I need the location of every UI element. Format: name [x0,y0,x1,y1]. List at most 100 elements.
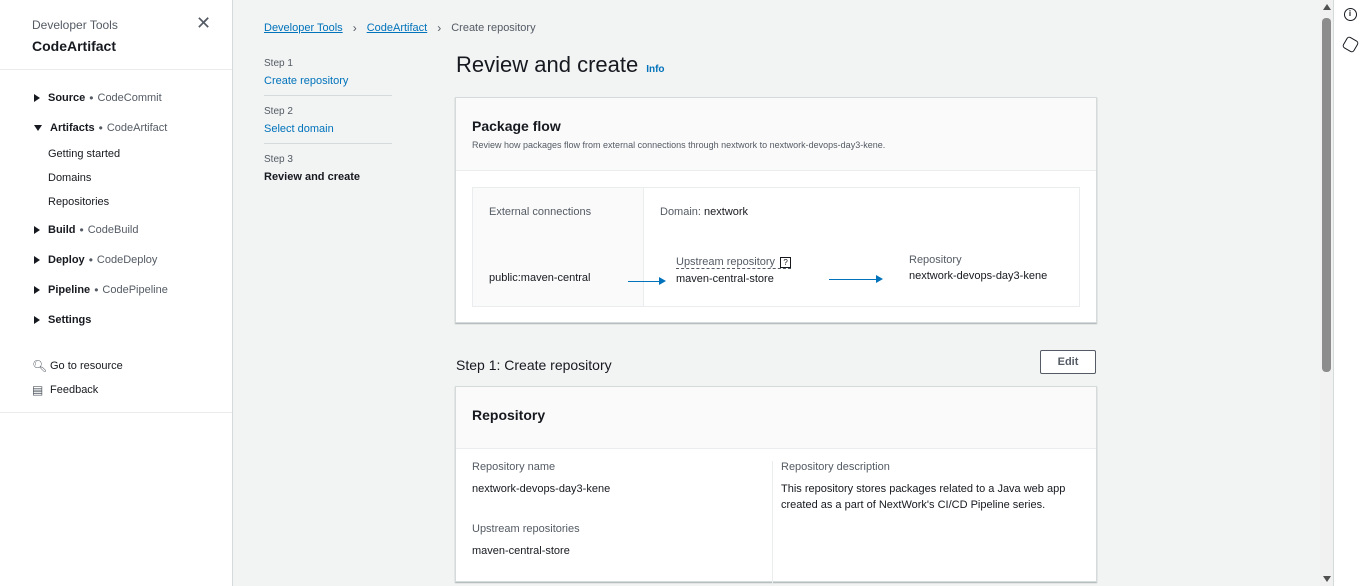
nav-group-sub: CodeBuild [87,224,139,236]
nav-group-sub: CodePipeline [102,284,168,296]
info-icon[interactable]: i [1343,8,1357,21]
field-label: Upstream repositories [472,523,580,535]
nav-group-sub: CodeDeploy [96,254,158,266]
repository-card-header: Repository [456,387,1096,449]
step-link-select-domain[interactable]: Select domain [264,123,392,135]
side-nav-title[interactable]: CodeArtifact [32,38,200,54]
wizard-step-2: Step 2 Select domain [264,106,392,144]
package-flow-header: Package flow Review how packages flow fr… [456,98,1096,171]
domain-panel: Domain: nextwork Upstream repository ? m… [644,188,1079,306]
package-flow-diagram: External connections public:maven-centra… [472,187,1080,307]
feedback-link[interactable]: ▤ Feedback [32,378,232,402]
info-link[interactable]: Info [646,64,664,75]
external-connections-panel: External connections public:maven-centra… [473,188,644,306]
field-value: This repository stores packages related … [781,483,1066,511]
field-value: nextwork-devops-day3-kene [472,483,611,495]
feedback-icon: ▤ [32,383,44,397]
nav-group-build[interactable]: Build • CodeBuild [0,220,232,240]
search-icon: 🔍︎ [32,359,48,373]
repository-name-field: Repository name nextwork-devops-day3-ken… [472,461,772,497]
nav-group-artifacts[interactable]: Artifacts • CodeArtifact [0,118,232,138]
upstream-repository: Upstream repository ? maven-central-stor… [676,254,792,285]
caret-right-icon [34,226,40,234]
nav-item-getting-started[interactable]: Getting started [0,142,232,166]
side-nav-header: Developer Tools CodeArtifact ✕ [0,0,232,70]
hexagon-icon[interactable] [1341,35,1359,54]
nav-group-pipeline[interactable]: Pipeline • CodePipeline [0,280,232,300]
nav-item-domains[interactable]: Domains [0,166,232,190]
repository-value: nextwork-devops-day3-kene [909,270,1048,282]
package-flow-description: Review how packages flow from external c… [472,140,886,150]
caret-down-icon [34,125,42,131]
caret-right-icon [34,316,40,324]
external-connection-value: public:maven-central [489,272,591,284]
nav-group-sub: CodeCommit [97,92,162,104]
repository-card: Repository Repository name nextwork-devo… [455,386,1097,585]
help-icon[interactable]: ? [780,256,792,268]
nav-group-label: Artifacts [50,122,95,134]
nav-group-label: Pipeline [48,284,91,296]
breadcrumb-current: Create repository [451,22,536,34]
field-label: Repository description [781,461,890,473]
repository-details: Repository name nextwork-devops-day3-ken… [456,449,1096,586]
step-link-create-repository[interactable]: Create repository [264,75,392,87]
side-navigation: Developer Tools CodeArtifact ✕ Source • … [0,0,233,586]
repository-card-title: Repository [472,407,546,423]
nav-group-settings[interactable]: Settings [0,310,232,330]
upstream-repository-label[interactable]: Upstream repository ? [676,256,792,269]
nav-group-sub: CodeArtifact [106,122,168,134]
wizard-step-3: Step 3 Review and create [264,154,392,191]
step-number: Step 3 [264,154,293,165]
edit-button[interactable]: Edit [1040,350,1096,374]
upstream-repository-value: maven-central-store [676,273,774,285]
close-icon[interactable]: ✕ [196,14,214,32]
right-tools-rail: i [1333,0,1366,586]
breadcrumb-codeartifact[interactable]: CodeArtifact [367,22,428,34]
domain-label: Domain: [660,206,701,218]
go-to-resource-link[interactable]: 🔍︎ Go to resource [32,354,232,378]
vertical-scrollbar[interactable] [1320,0,1333,586]
step-number: Step 1 [264,58,293,69]
external-connections-label: External connections [489,206,592,218]
nav-group-source[interactable]: Source • CodeCommit [0,88,232,108]
wizard-steps: Step 1 Create repository Step 2 Select d… [264,58,392,201]
page-heading: Review and create [456,52,639,77]
domain-value: nextwork [704,206,749,218]
package-flow-title: Package flow [472,118,561,134]
step1-section-title: Step 1: Create repository [456,357,612,373]
field-value: maven-central-store [472,545,570,557]
nav-group-label: Deploy [48,254,85,266]
scrollbar-thumb[interactable] [1322,18,1331,372]
side-link-label: Go to resource [50,360,123,372]
flow-arrow-icon [829,275,883,283]
page-title: Review and create Info [456,52,665,78]
upstream-repositories-field: Upstream repositories maven-central-stor… [472,523,772,559]
scroll-down-icon[interactable] [1323,576,1331,582]
artifacts-items: Getting started Domains Repositories [0,142,232,214]
step-number: Step 2 [264,106,293,117]
wizard-step-1: Step 1 Create repository [264,58,392,96]
side-links: 🔍︎ Go to resource ▤ Feedback [0,354,232,413]
caret-right-icon [34,94,40,102]
step-current-review: Review and create [264,171,360,183]
nav-item-repositories[interactable]: Repositories [0,190,232,214]
side-link-label: Feedback [50,384,99,396]
domain-line: Domain: nextwork [660,206,1063,218]
nav-group-label: Settings [48,314,92,326]
nav-group-label: Source [48,92,86,104]
repository-details-right: Repository description This repository s… [772,461,1080,585]
breadcrumb-developer-tools[interactable]: Developer Tools [264,22,343,34]
main-content: Developer Tools › CodeArtifact › Create … [233,0,1320,586]
caret-right-icon [34,256,40,264]
package-flow-card: Package flow Review how packages flow fr… [455,97,1097,323]
nav-group-deploy[interactable]: Deploy • CodeDeploy [0,250,232,270]
flow-arrow-icon [628,277,666,285]
scroll-up-icon[interactable] [1323,4,1331,10]
nav-group-label: Build [48,224,76,236]
repository-label: Repository [909,254,962,266]
caret-right-icon [34,286,40,294]
chevron-right-icon: › [352,21,357,35]
field-label: Repository name [472,461,556,473]
side-nav-subtitle: Developer Tools [32,18,118,32]
breadcrumb: Developer Tools › CodeArtifact › Create … [264,21,536,35]
